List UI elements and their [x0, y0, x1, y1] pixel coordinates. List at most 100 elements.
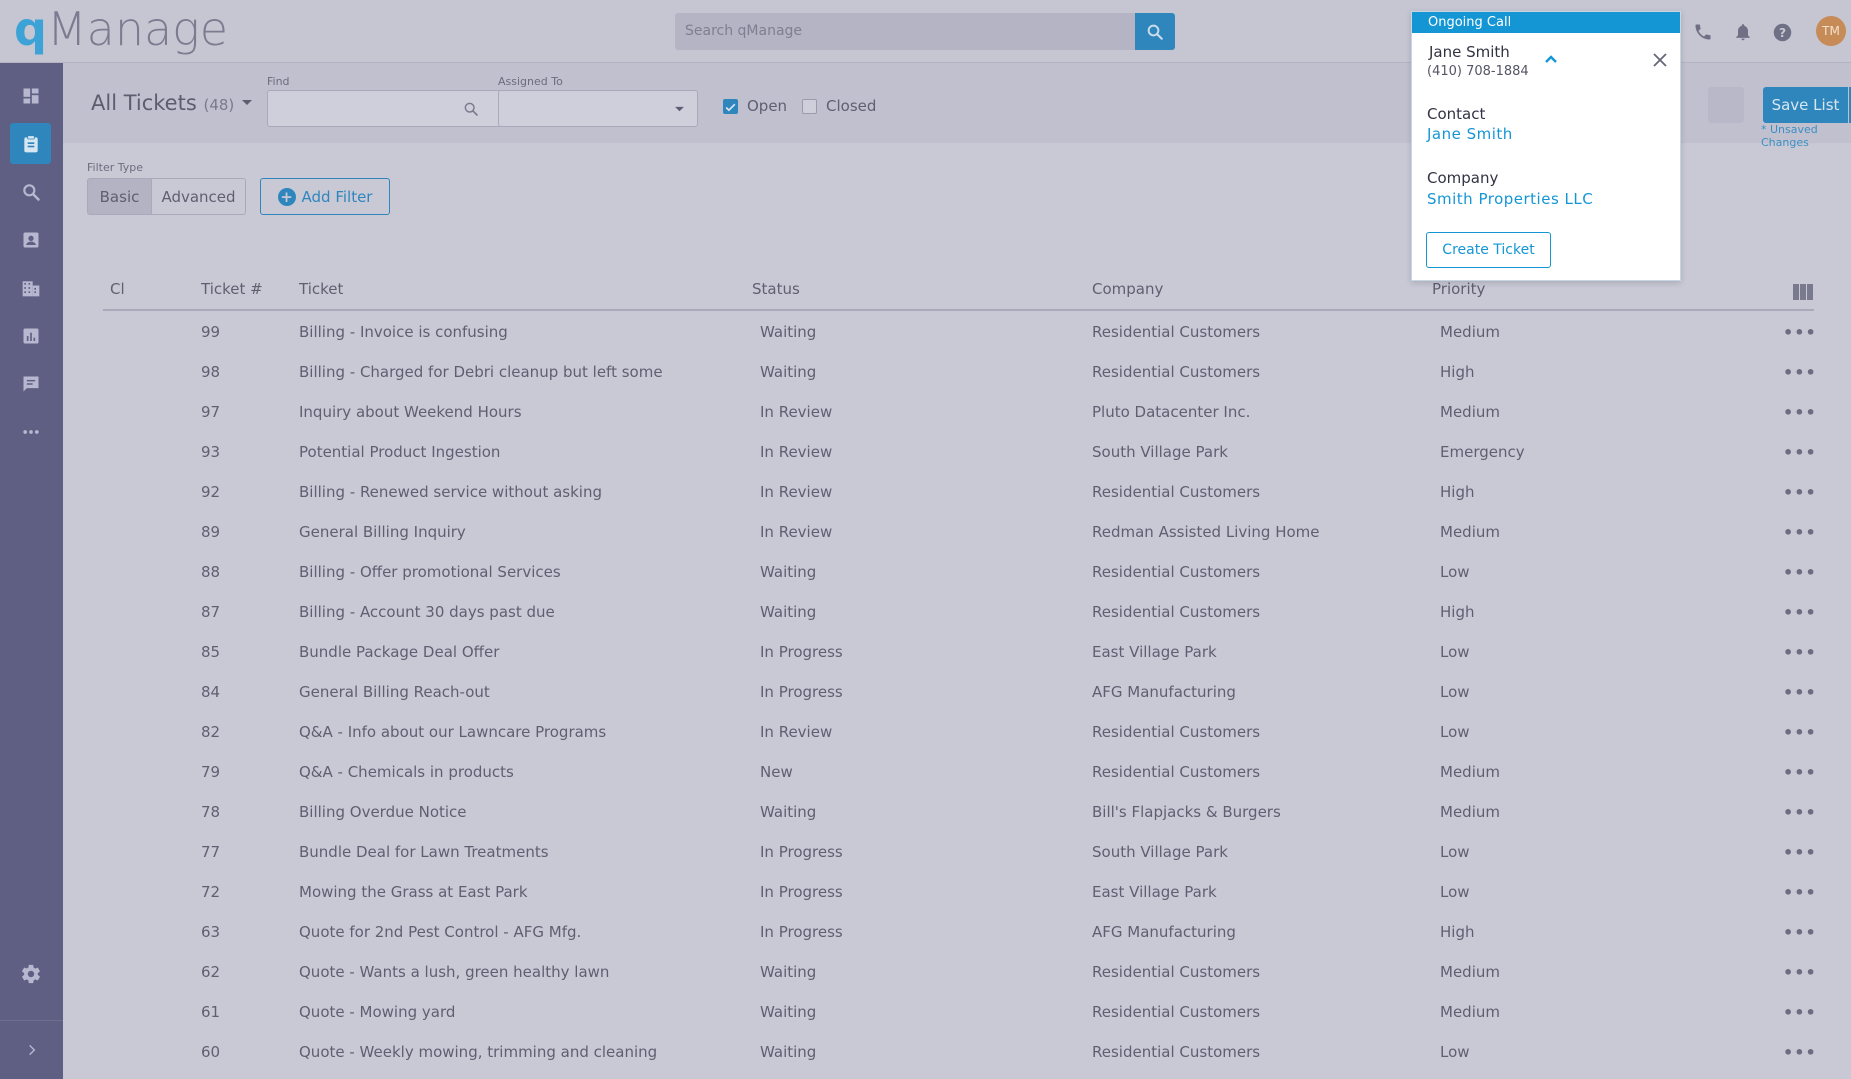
filter-type-basic-button[interactable]: Basic — [87, 178, 152, 215]
table-row[interactable]: 72 Mowing the Grass at East Park In Progre… — [103, 872, 1817, 912]
cell-company: East Village Park — [1092, 883, 1217, 901]
cell-ticket[interactable]: Bundle Package Deal Offer — [299, 643, 499, 661]
cell-status: New — [760, 763, 793, 781]
help-button[interactable]: ? — [1769, 18, 1795, 46]
cell-ticket[interactable]: Billing - Account 30 days past due — [299, 603, 555, 621]
notifications-button[interactable] — [1730, 18, 1756, 46]
cell-ticket[interactable]: General Billing Inquiry — [299, 523, 466, 541]
qmanage-logo[interactable]: qManage — [14, 2, 228, 56]
row-actions-icon[interactable]: ••• — [1783, 723, 1817, 742]
left-sidebar — [0, 63, 63, 1079]
cell-ticket[interactable]: Quote - Wants a lush, green healthy lawn — [299, 963, 609, 981]
sidebar-expand-button[interactable] — [0, 1020, 63, 1079]
row-actions-icon[interactable]: ••• — [1783, 563, 1817, 582]
sidebar-item-more[interactable] — [10, 411, 51, 452]
table-row[interactable]: 89 General Billing Inquiry In Review Redman… — [103, 512, 1817, 552]
row-actions-icon[interactable]: ••• — [1783, 523, 1817, 542]
row-actions-icon[interactable]: ••• — [1783, 403, 1817, 422]
row-actions-icon[interactable]: ••• — [1783, 643, 1817, 662]
cell-ticket[interactable]: Bundle Deal for Lawn Treatments — [299, 843, 549, 861]
table-row[interactable]: 77 Bundle Deal for Lawn Treatments In Prog… — [103, 832, 1817, 872]
sidebar-item-contacts[interactable] — [10, 219, 51, 260]
column-header-priority[interactable]: Priority — [1432, 280, 1485, 298]
chevron-up-icon[interactable] — [1544, 54, 1558, 64]
sidebar-item-companies[interactable] — [10, 267, 51, 308]
row-actions-icon[interactable]: ••• — [1783, 963, 1817, 982]
add-filter-button[interactable]: + Add Filter — [260, 178, 390, 215]
filter-type-advanced-button[interactable]: Advanced — [151, 178, 246, 215]
column-header-ticket-number[interactable]: Ticket # — [201, 280, 263, 298]
cell-num: 89 — [201, 523, 221, 541]
row-actions-icon[interactable]: ••• — [1783, 1003, 1817, 1022]
row-actions-icon[interactable]: ••• — [1783, 683, 1817, 702]
save-list-button[interactable]: Save List — [1763, 87, 1848, 123]
cell-ticket[interactable]: Potential Product Ingestion — [299, 443, 500, 461]
cell-ticket[interactable]: Quote for 2nd Pest Control - AFG Mfg. — [299, 923, 581, 941]
row-actions-icon[interactable]: ••• — [1783, 843, 1817, 862]
company-link[interactable]: Smith Properties LLC — [1427, 190, 1593, 208]
table-row[interactable]: 93 Potential Product Ingestion In Review So… — [103, 432, 1817, 472]
column-header-ticket[interactable]: Ticket — [299, 280, 343, 298]
contact-link[interactable]: Jane Smith — [1427, 125, 1513, 143]
table-row[interactable]: 99 Billing - Invoice is confusing Waiting R… — [103, 312, 1817, 352]
sidebar-item-search[interactable] — [10, 171, 51, 212]
list-option-button[interactable] — [1708, 87, 1744, 123]
table-row[interactable]: 82 Q&A - Info about our Lawncare Programs… — [103, 712, 1817, 752]
cell-ticket[interactable]: Billing - Offer promotional Services — [299, 563, 561, 581]
row-actions-icon[interactable]: ••• — [1783, 363, 1817, 382]
cell-ticket[interactable]: Q&A - Chemicals in products — [299, 763, 514, 781]
row-actions-icon[interactable]: ••• — [1783, 803, 1817, 822]
column-header-company[interactable]: Company — [1092, 280, 1163, 298]
open-checkbox[interactable] — [723, 99, 738, 114]
close-icon[interactable] — [1652, 52, 1668, 68]
cell-ticket[interactable]: Inquiry about Weekend Hours — [299, 403, 522, 421]
closed-checkbox[interactable] — [802, 99, 817, 114]
table-row[interactable]: 88 Billing - Offer promotional Services Wa… — [103, 552, 1817, 592]
table-row[interactable]: 84 General Billing Reach-out In Progress AF… — [103, 672, 1817, 712]
cell-ticket[interactable]: Billing - Charged for Debri cleanup but … — [299, 363, 663, 381]
table-row[interactable]: 63 Quote for 2nd Pest Control - AFG Mfg. I… — [103, 912, 1817, 952]
cell-ticket[interactable]: Billing - Renewed service without asking — [299, 483, 602, 501]
create-ticket-button[interactable]: Create Ticket — [1426, 232, 1551, 268]
columns-icon[interactable] — [1793, 284, 1813, 300]
table-row[interactable]: 92 Billing - Renewed service without aski… — [103, 472, 1817, 512]
table-row[interactable]: 87 Billing - Account 30 days past due Wait… — [103, 592, 1817, 632]
sidebar-item-dashboard[interactable] — [10, 75, 51, 116]
cell-ticket[interactable]: Q&A - Info about our Lawncare Programs — [299, 723, 606, 741]
cell-ticket[interactable]: Billing - Invoice is confusing — [299, 323, 508, 341]
column-header-status[interactable]: Status — [752, 280, 800, 298]
row-actions-icon[interactable]: ••• — [1783, 323, 1817, 342]
sidebar-item-settings[interactable] — [10, 953, 51, 994]
table-row[interactable]: 85 Bundle Package Deal Offer In Progress Ea… — [103, 632, 1817, 672]
search-button[interactable] — [1135, 13, 1175, 50]
sidebar-item-tickets[interactable] — [10, 123, 51, 164]
table-row[interactable]: 98 Billing - Charged for Debri cleanup bu… — [103, 352, 1817, 392]
row-actions-icon[interactable]: ••• — [1783, 1043, 1817, 1062]
cell-ticket[interactable]: Quote - Mowing yard — [299, 1003, 455, 1021]
ticket-list-selector[interactable]: All Tickets (48) — [91, 91, 234, 115]
table-row[interactable]: 97 Inquiry about Weekend Hours In Review Pl… — [103, 392, 1817, 432]
row-actions-icon[interactable]: ••• — [1783, 603, 1817, 622]
sidebar-item-reports[interactable] — [10, 315, 51, 356]
user-avatar[interactable]: TM — [1816, 16, 1846, 46]
caret-down-icon[interactable] — [241, 99, 253, 107]
row-actions-icon[interactable]: ••• — [1783, 883, 1817, 902]
table-row[interactable]: 79 Q&A - Chemicals in products New Resident… — [103, 752, 1817, 792]
cell-ticket[interactable]: Billing Overdue Notice — [299, 803, 467, 821]
row-actions-icon[interactable]: ••• — [1783, 923, 1817, 942]
cell-ticket[interactable]: Mowing the Grass at East Park — [299, 883, 528, 901]
table-row[interactable]: 78 Billing Overdue Notice Waiting Bill's Fl… — [103, 792, 1817, 832]
global-search-input[interactable] — [675, 13, 1135, 50]
row-actions-icon[interactable]: ••• — [1783, 763, 1817, 782]
column-header-cl[interactable]: Cl — [110, 280, 125, 298]
phone-button[interactable] — [1690, 18, 1716, 46]
row-actions-icon[interactable]: ••• — [1783, 483, 1817, 502]
cell-ticket[interactable]: General Billing Reach-out — [299, 683, 490, 701]
table-row[interactable]: 62 Quote - Wants a lush, green healthy la… — [103, 952, 1817, 992]
cell-ticket[interactable]: Quote - Weekly mowing, trimming and clea… — [299, 1043, 657, 1061]
table-row[interactable]: 60 Quote - Weekly mowing, trimming and cl… — [103, 1032, 1817, 1072]
table-row[interactable]: 61 Quote - Mowing yard Waiting Residential … — [103, 992, 1817, 1032]
assigned-to-select[interactable] — [498, 90, 698, 127]
row-actions-icon[interactable]: ••• — [1783, 443, 1817, 462]
sidebar-item-messages[interactable] — [10, 363, 51, 404]
